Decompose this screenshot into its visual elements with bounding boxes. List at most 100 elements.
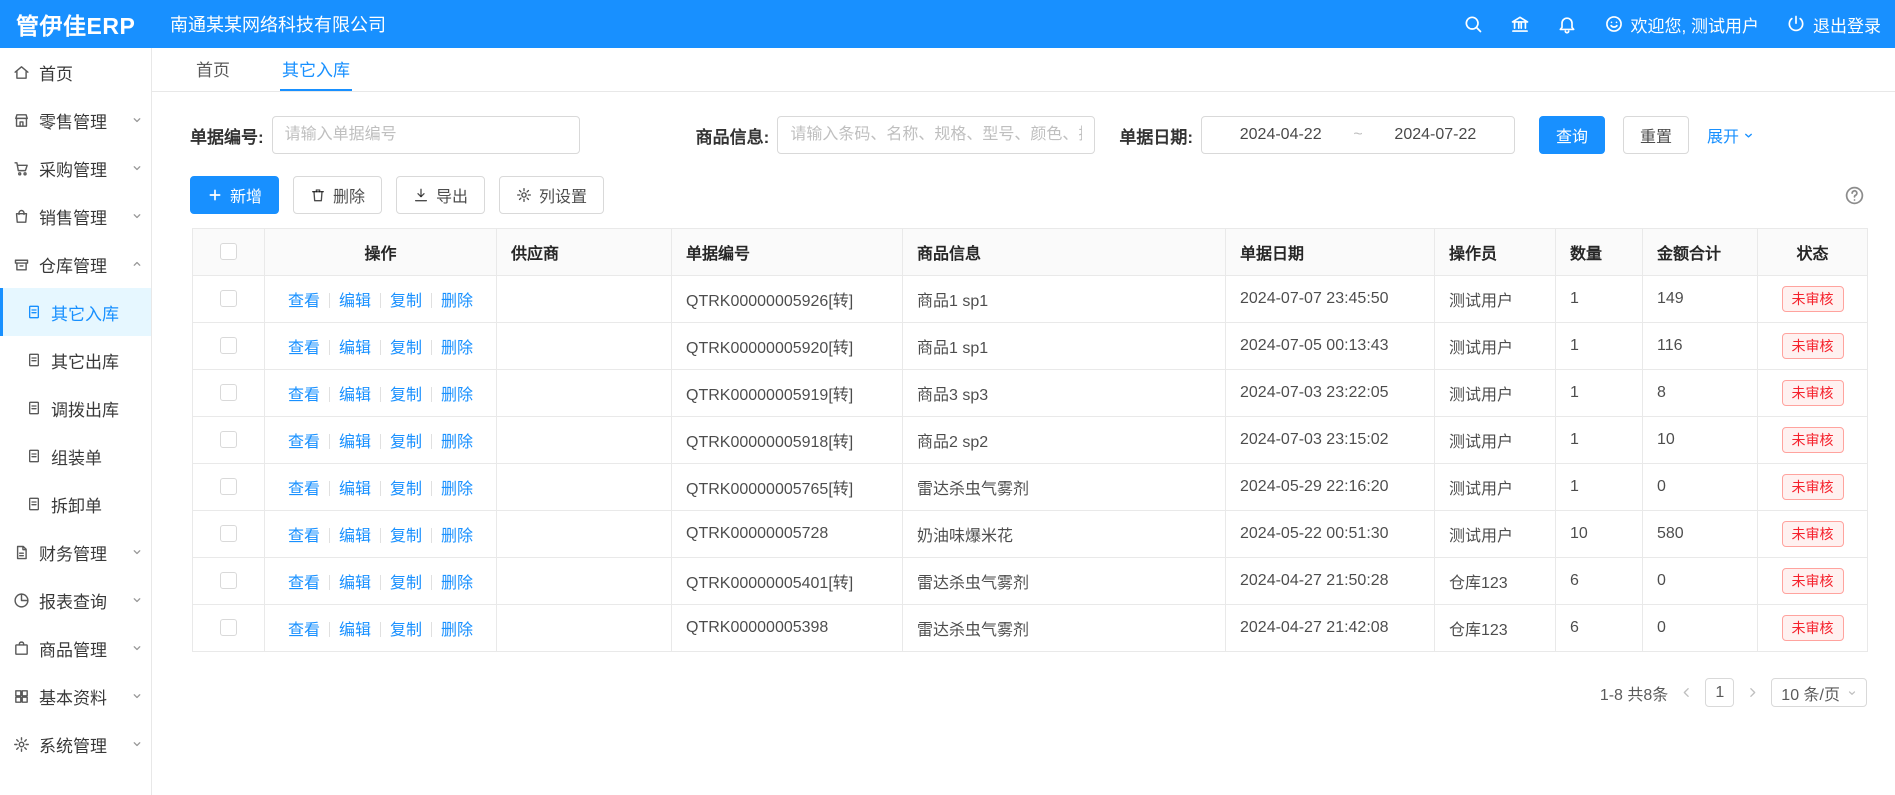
- copy-link[interactable]: 复制: [390, 528, 422, 545]
- row-checkbox[interactable]: [220, 384, 237, 401]
- sidebar-item-warehouse[interactable]: 仓库管理: [0, 240, 151, 288]
- view-link[interactable]: 查看: [288, 340, 320, 357]
- sidebar-item-purchase[interactable]: 采购管理: [0, 144, 151, 192]
- date-from[interactable]: 2024-04-22: [1212, 126, 1349, 144]
- date-cell: 2024-07-03 23:15:02: [1226, 417, 1435, 464]
- sidebar-item-products[interactable]: 商品管理: [0, 624, 151, 672]
- delete-link[interactable]: 删除: [441, 340, 473, 357]
- view-link[interactable]: 查看: [288, 481, 320, 498]
- help-icon[interactable]: [1844, 185, 1865, 206]
- sidebar-subitem-other-inbound[interactable]: 其它入库: [0, 288, 151, 336]
- sidebar-subitem-label: 其它出库: [51, 348, 119, 373]
- tab-other-inbound[interactable]: 其它入库: [280, 48, 352, 91]
- chevron-down-icon: [1847, 688, 1857, 698]
- sidebar-item-sales[interactable]: 销售管理: [0, 192, 151, 240]
- copy-link[interactable]: 复制: [390, 575, 422, 592]
- next-page-button[interactable]: [1746, 686, 1759, 699]
- edit-link[interactable]: 编辑: [339, 481, 371, 498]
- export-button[interactable]: 导出: [396, 176, 485, 214]
- qty-cell: 1: [1556, 417, 1643, 464]
- date-separator: ~: [1349, 126, 1366, 144]
- edit-link[interactable]: 编辑: [339, 575, 371, 592]
- copy-link[interactable]: 复制: [390, 293, 422, 310]
- row-checkbox[interactable]: [220, 290, 237, 307]
- delete-link[interactable]: 删除: [441, 481, 473, 498]
- toolbar: 新增 删除 导出 列设置: [152, 154, 1895, 214]
- row-checkbox[interactable]: [220, 619, 237, 636]
- row-checkbox[interactable]: [220, 478, 237, 495]
- row-checkbox[interactable]: [220, 431, 237, 448]
- product-cell: 商品3 sp3: [903, 370, 1226, 417]
- edit-link[interactable]: 编辑: [339, 340, 371, 357]
- delete-link[interactable]: 删除: [441, 434, 473, 451]
- archive-icon: [13, 256, 30, 273]
- amount-cell: 8: [1643, 370, 1758, 417]
- sidebar-item-basic-data[interactable]: 基本资料: [0, 672, 151, 720]
- sidebar-item-reports[interactable]: 报表查询: [0, 576, 151, 624]
- add-button[interactable]: 新增: [190, 176, 279, 214]
- table-row: 查看编辑复制删除 QTRK00000005728 奶油味爆米花 2024-05-…: [193, 511, 1868, 558]
- goods-box-icon: [13, 640, 30, 657]
- delete-link[interactable]: 删除: [441, 622, 473, 639]
- column-settings-button[interactable]: 列设置: [499, 176, 604, 214]
- order-no-input[interactable]: [272, 116, 580, 154]
- row-checkbox[interactable]: [220, 572, 237, 589]
- sidebar-item-home[interactable]: 首页: [0, 48, 151, 96]
- table-row: 查看编辑复制删除 QTRK00000005765[转] 雷达杀虫气雾剂 2024…: [193, 464, 1868, 511]
- copy-link[interactable]: 复制: [390, 434, 422, 451]
- welcome-user[interactable]: 欢迎您, 测试用户: [1604, 12, 1759, 37]
- date-range-picker[interactable]: 2024-04-22 ~ 2024-07-22: [1201, 116, 1515, 154]
- search-button[interactable]: 查询: [1539, 116, 1605, 154]
- logout-text: 退出登录: [1813, 12, 1881, 37]
- select-all-checkbox[interactable]: [220, 243, 237, 260]
- sidebar-subitem-disassembly[interactable]: 拆卸单: [0, 480, 151, 528]
- sidebar-subitem-other-outbound[interactable]: 其它出库: [0, 336, 151, 384]
- order-no-cell: QTRK00000005926[转]: [672, 276, 903, 323]
- platform-icon[interactable]: [1510, 14, 1530, 34]
- delete-link[interactable]: 删除: [441, 575, 473, 592]
- tab-home[interactable]: 首页: [194, 48, 232, 91]
- copy-link[interactable]: 复制: [390, 622, 422, 639]
- logout-button[interactable]: 退出登录: [1786, 12, 1881, 37]
- edit-link[interactable]: 编辑: [339, 434, 371, 451]
- copy-link[interactable]: 复制: [390, 387, 422, 404]
- chevron-left-icon: [1680, 686, 1693, 699]
- page-size-select[interactable]: 10 条/页: [1771, 678, 1867, 707]
- copy-link[interactable]: 复制: [390, 340, 422, 357]
- product-info-input[interactable]: [777, 116, 1095, 154]
- copy-link[interactable]: 复制: [390, 481, 422, 498]
- reset-button[interactable]: 重置: [1623, 116, 1689, 154]
- date-cell: 2024-04-27 21:42:08: [1226, 605, 1435, 652]
- operator-cell: 测试用户: [1435, 370, 1556, 417]
- view-link[interactable]: 查看: [288, 575, 320, 592]
- delete-button[interactable]: 删除: [293, 176, 382, 214]
- supplier-cell: [497, 558, 672, 605]
- edit-link[interactable]: 编辑: [339, 387, 371, 404]
- delete-link[interactable]: 删除: [441, 387, 473, 404]
- edit-link[interactable]: 编辑: [339, 293, 371, 310]
- expand-link[interactable]: 展开: [1707, 123, 1754, 147]
- row-checkbox[interactable]: [220, 337, 237, 354]
- delete-link[interactable]: 删除: [441, 528, 473, 545]
- view-link[interactable]: 查看: [288, 293, 320, 310]
- prev-page-button[interactable]: [1680, 686, 1693, 699]
- edit-link[interactable]: 编辑: [339, 622, 371, 639]
- sidebar-subitem-transfer-outbound[interactable]: 调拨出库: [0, 384, 151, 432]
- current-page[interactable]: 1: [1705, 678, 1734, 707]
- table-row: 查看编辑复制删除 QTRK00000005918[转] 商品2 sp2 2024…: [193, 417, 1868, 464]
- search-icon[interactable]: [1463, 14, 1483, 34]
- view-link[interactable]: 查看: [288, 434, 320, 451]
- view-link[interactable]: 查看: [288, 622, 320, 639]
- view-link[interactable]: 查看: [288, 528, 320, 545]
- sidebar-item-finance[interactable]: 财务管理: [0, 528, 151, 576]
- row-checkbox[interactable]: [220, 525, 237, 542]
- delete-link[interactable]: 删除: [441, 293, 473, 310]
- bell-icon[interactable]: [1557, 14, 1577, 34]
- date-to[interactable]: 2024-07-22: [1367, 126, 1504, 144]
- sidebar-subitem-assembly[interactable]: 组装单: [0, 432, 151, 480]
- sidebar-item-retail[interactable]: 零售管理: [0, 96, 151, 144]
- sidebar-item-system[interactable]: 系统管理: [0, 720, 151, 768]
- edit-link[interactable]: 编辑: [339, 528, 371, 545]
- view-link[interactable]: 查看: [288, 387, 320, 404]
- col-header-date: 单据日期: [1226, 229, 1435, 276]
